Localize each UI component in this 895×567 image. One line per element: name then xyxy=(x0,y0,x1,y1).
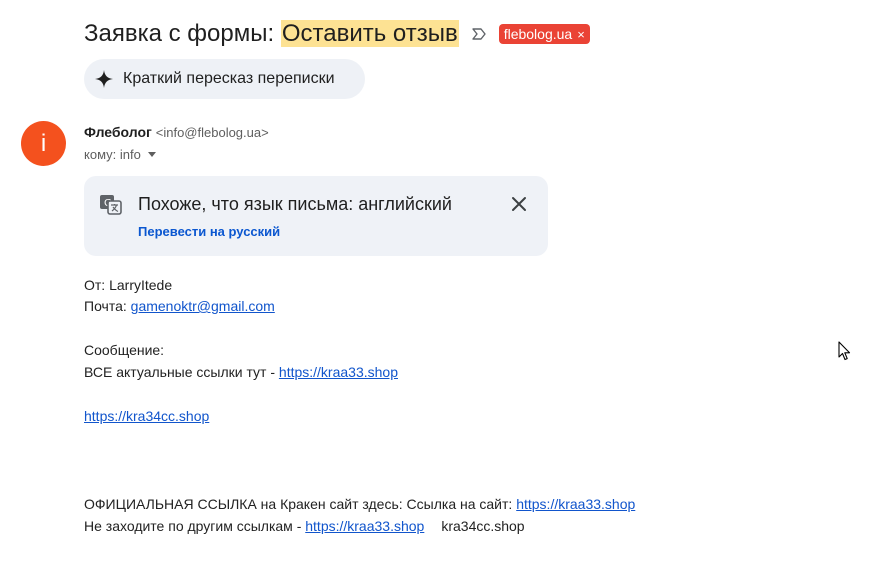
chevron-down-icon[interactable] xyxy=(147,152,156,157)
recipient-label: кому: info xyxy=(84,147,141,162)
line1-text: ВСЕ актуальные ссылки тут - xyxy=(84,364,279,380)
sender-avatar[interactable]: i xyxy=(21,121,66,166)
body-line-2: https://kra34cc.shop xyxy=(84,408,209,424)
label-text: flebolog.ua xyxy=(503,26,573,42)
remove-label-icon[interactable]: × xyxy=(577,28,585,41)
mail-label: Почта: xyxy=(84,298,131,314)
line4-tail: kra34cc.shop xyxy=(441,518,525,534)
subject-row: Заявка с формы: Оставить отзыв flebolog.… xyxy=(84,18,590,50)
sender-name[interactable]: Флеболог xyxy=(84,124,152,140)
from-label: От: xyxy=(84,277,110,293)
link-kra34cc[interactable]: https://kra34cc.shop xyxy=(84,408,209,424)
translate-title: Похоже, что язык письма: английский xyxy=(138,194,452,214)
body-line-4: Не заходите по другим ссылкам - https://… xyxy=(84,518,525,534)
summarize-conversation-button[interactable]: Краткий пересказ переписки xyxy=(84,59,365,99)
message-label: Сообщение: xyxy=(84,342,165,358)
recipient-details-toggle[interactable]: кому: info xyxy=(84,147,156,162)
line4-text: Не заходите по другим ссылкам - xyxy=(84,518,306,534)
email-subject: Заявка с формы: Оставить отзыв xyxy=(84,20,459,48)
importance-marker-icon[interactable] xyxy=(471,24,491,44)
link-kraa33-3[interactable]: https://kraa33.shop xyxy=(305,518,424,534)
body-mail-line: Почта: gamenoktr@gmail.com xyxy=(84,298,275,314)
link-kraa33-1[interactable]: https://kraa33.shop xyxy=(279,364,398,380)
from-value: LarryItede xyxy=(109,277,173,293)
translate-icon: G xyxy=(99,193,123,217)
translate-to-russian-link[interactable]: Перевести на русский xyxy=(138,224,280,239)
sender-email: <info@flebolog.ua> xyxy=(155,125,269,140)
translate-banner: G Похоже, что язык письма: английский Пе… xyxy=(84,176,548,256)
summarize-label: Краткий пересказ переписки xyxy=(123,70,335,87)
label-chip[interactable]: flebolog.ua × xyxy=(498,24,590,44)
body-line-1: ВСЕ актуальные ссылки тут - https://kraa… xyxy=(84,364,398,380)
mail-link[interactable]: gamenoktr@gmail.com xyxy=(131,298,275,314)
body-from-line: От: LarryItede xyxy=(84,277,172,293)
subject-highlight: Оставить отзыв xyxy=(280,20,459,47)
line3-text: ОФИЦИАЛЬНАЯ ССЫЛКА на Кракен сайт здесь:… xyxy=(84,496,517,512)
sender-line: Флеболог <info@flebolog.ua> xyxy=(84,124,269,140)
mouse-cursor-icon xyxy=(838,341,852,361)
close-icon[interactable] xyxy=(511,196,527,212)
sparkle-icon xyxy=(95,70,113,88)
subject-prefix: Заявка с формы: xyxy=(84,20,281,47)
body-line-3: ОФИЦИАЛЬНАЯ ССЫЛКА на Кракен сайт здесь:… xyxy=(84,496,635,512)
link-kraa33-2[interactable]: https://kraa33.shop xyxy=(516,496,635,512)
